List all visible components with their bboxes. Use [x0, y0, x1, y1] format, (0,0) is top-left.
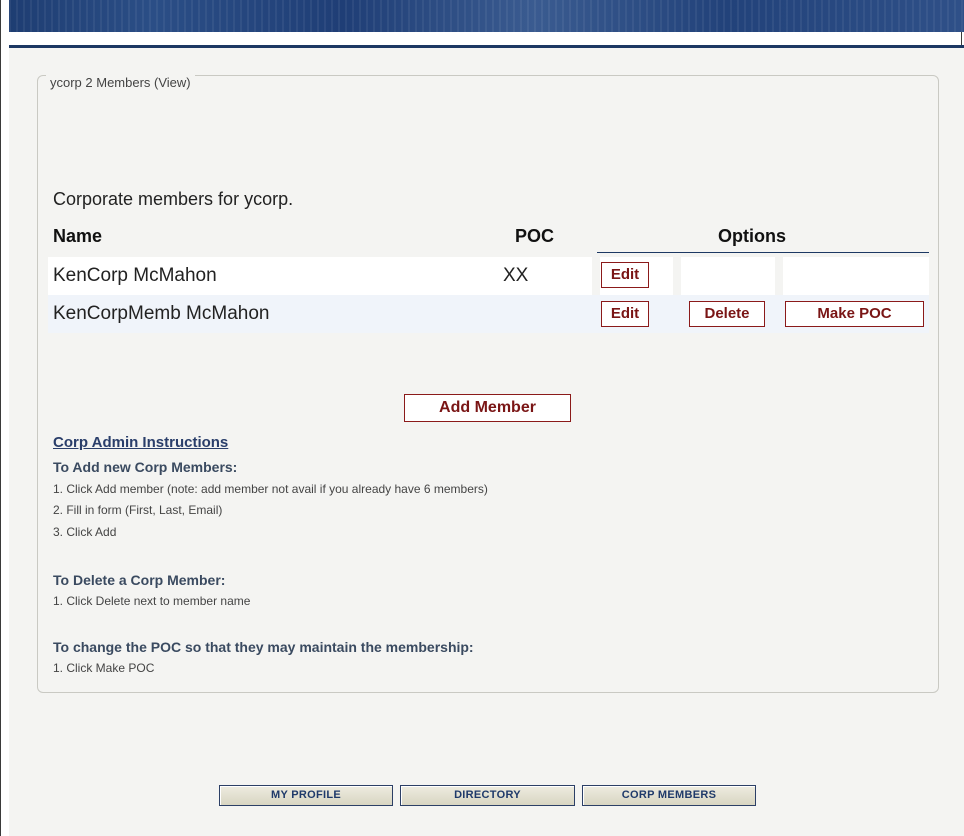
- nav-my-profile-button[interactable]: MY PROFILE: [219, 785, 393, 806]
- instruction-step: 1. Click Add member (note: add member no…: [53, 482, 488, 496]
- table-row: KenCorp McMahon XX Edit: [48, 257, 929, 295]
- instruction-step: 2. Fill in form (First, Last, Email): [53, 503, 223, 517]
- delete-button[interactable]: Delete: [689, 301, 765, 327]
- panel-legend: ycorp 2 Members (View): [46, 75, 195, 90]
- instruction-step: 1. Click Make POC: [53, 661, 155, 675]
- edit-button[interactable]: Edit: [601, 262, 649, 288]
- column-header-options: Options: [718, 226, 786, 246]
- change-poc-heading: To change the POC so that they may maint…: [53, 639, 474, 655]
- delete-member-heading: To Delete a Corp Member:: [53, 572, 226, 588]
- member-name: KenCorpMemb McMahon: [53, 303, 270, 324]
- options-header-rule: [597, 252, 929, 253]
- members-intro: Corporate members for ycorp.: [53, 189, 294, 209]
- site-banner: [9, 0, 964, 32]
- make-poc-button[interactable]: Make POC: [785, 301, 924, 327]
- member-poc: XX: [503, 265, 529, 286]
- member-name: KenCorp McMahon: [53, 265, 217, 286]
- add-members-heading: To Add new Corp Members:: [53, 459, 238, 475]
- instruction-step: 1. Click Delete next to member name: [53, 594, 251, 608]
- edit-button[interactable]: Edit: [601, 301, 649, 327]
- add-member-button[interactable]: Add Member: [404, 394, 571, 422]
- instruction-step: 3. Click Add: [53, 525, 117, 539]
- nav-directory-button[interactable]: DIRECTORY: [400, 785, 575, 806]
- table-row: KenCorpMemb McMahon Edit Delete Make POC: [48, 295, 929, 333]
- instructions-title[interactable]: Corp Admin Instructions: [53, 434, 228, 451]
- nav-corp-members-button[interactable]: CORP MEMBERS: [582, 785, 756, 806]
- column-header-poc: POC: [515, 226, 555, 246]
- column-header-name: Name: [53, 226, 103, 246]
